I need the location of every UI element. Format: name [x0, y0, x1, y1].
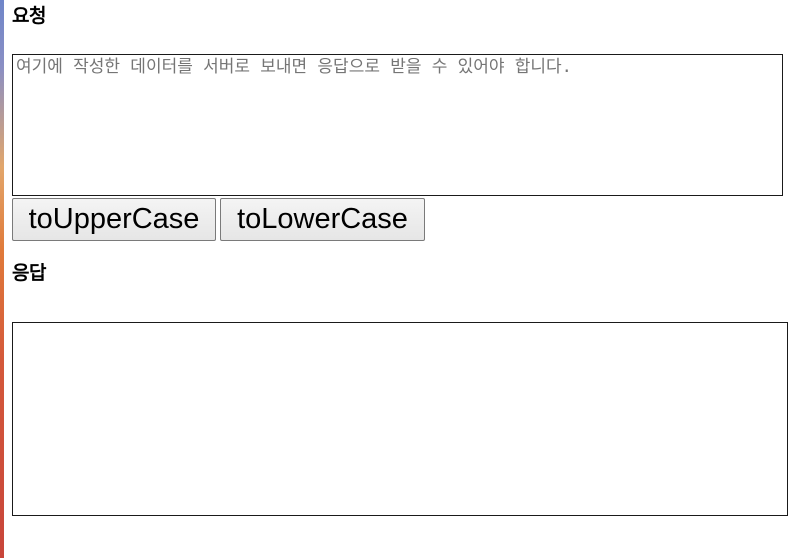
window-edge-decoration [0, 0, 4, 558]
request-heading: 요청 [12, 5, 46, 27]
response-textarea[interactable] [12, 322, 788, 516]
request-textarea[interactable] [12, 54, 783, 196]
to-lower-case-button[interactable]: toLowerCase [220, 198, 425, 241]
response-heading: 응답 [12, 262, 46, 284]
to-upper-case-button[interactable]: toUpperCase [12, 198, 216, 241]
